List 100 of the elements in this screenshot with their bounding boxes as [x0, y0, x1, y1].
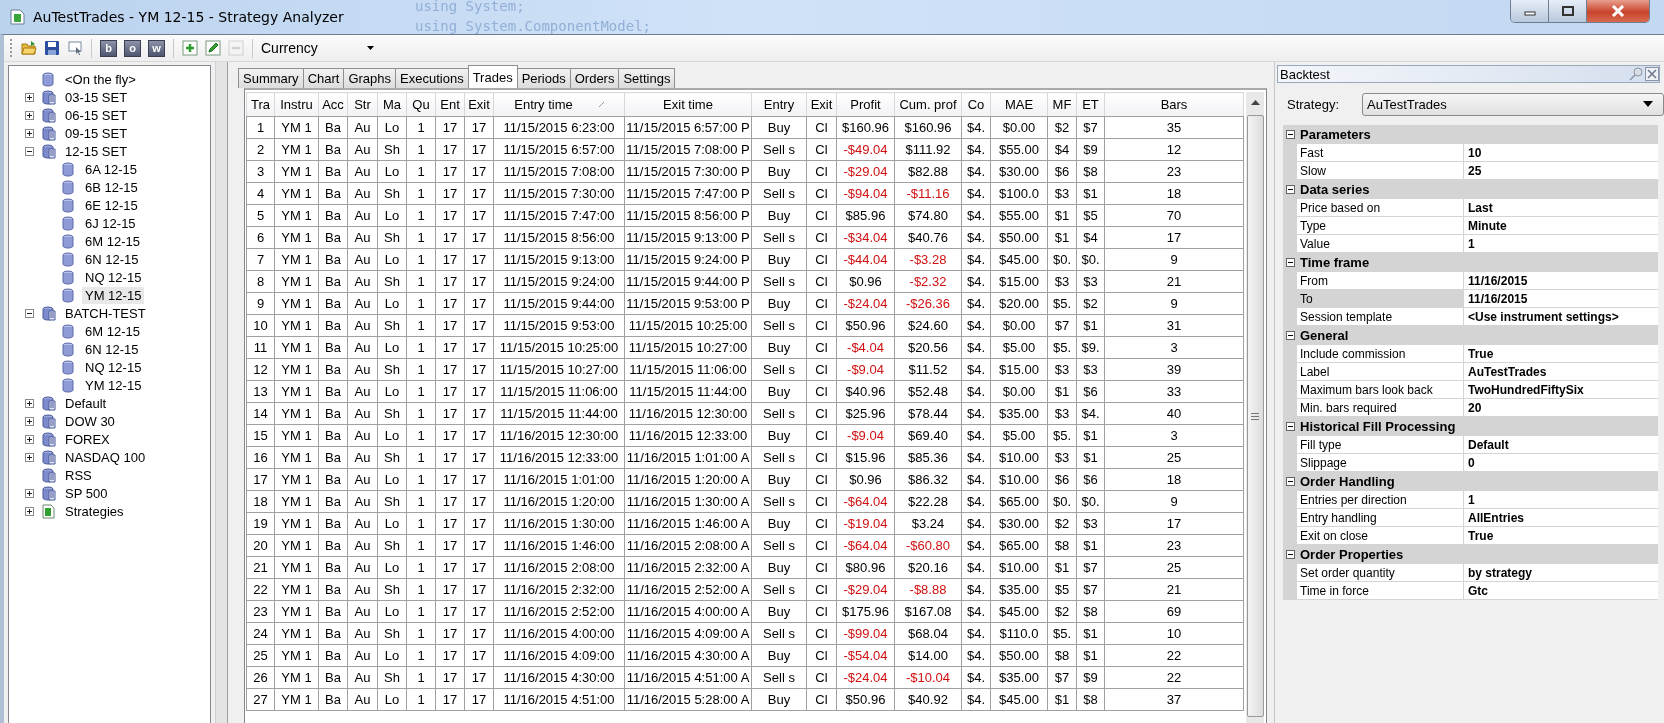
maximize-button[interactable] [1549, 0, 1587, 22]
tab[interactable]: Settings [618, 68, 676, 88]
tree-item[interactable]: 6E 12-15 [82, 196, 141, 214]
property-name[interactable]: Fill type [1297, 436, 1464, 453]
tab[interactable]: Trades [467, 65, 518, 88]
tab[interactable]: Graphs [343, 68, 397, 88]
property-name[interactable]: Label [1297, 363, 1464, 380]
tab[interactable]: Chart [302, 68, 345, 88]
tree-item[interactable]: BATCH-TEST [62, 304, 149, 322]
property-name[interactable]: Entries per direction [1297, 491, 1464, 508]
tree-item[interactable]: 6M 12-15 [82, 322, 143, 340]
property-name[interactable]: Entry handling [1297, 509, 1464, 526]
toolbar-button[interactable] [42, 38, 62, 58]
collapse-icon[interactable] [1286, 257, 1295, 267]
tree-item[interactable]: 09-15 SET [62, 124, 131, 142]
tab[interactable]: Orders [569, 68, 620, 88]
toolbar-button[interactable] [19, 38, 39, 58]
property-name[interactable]: Maximum bars look back [1297, 381, 1464, 398]
strategy-dropdown[interactable]: AuTestTrades [1362, 92, 1664, 116]
property-value[interactable]: TwoHundredFiftySix [1464, 381, 1584, 398]
property-name[interactable]: Value [1297, 235, 1464, 252]
property-name[interactable]: Include commission [1297, 345, 1464, 362]
tree-item[interactable]: NASDAQ 100 [62, 448, 149, 466]
tree-item[interactable]: SP 500 [62, 484, 111, 502]
property-name[interactable]: Time in force [1297, 582, 1464, 599]
tab[interactable]: Summary [238, 68, 304, 88]
property-value[interactable]: True [1464, 345, 1494, 362]
property-value[interactable]: 10 [1464, 144, 1482, 161]
toolbar-button[interactable]: b [100, 39, 117, 57]
tree-item[interactable]: <On the fly> [62, 70, 139, 88]
property-value[interactable]: Last [1464, 199, 1493, 216]
tree-item[interactable]: 6M 12-15 [82, 232, 143, 250]
tree-item[interactable]: Default [62, 394, 110, 412]
property-name[interactable]: Type [1297, 217, 1464, 234]
toolbar-button[interactable]: o [124, 39, 141, 57]
property-name[interactable]: Slippage [1297, 454, 1464, 471]
close-icon[interactable] [1645, 67, 1659, 81]
property-name[interactable]: From [1297, 272, 1464, 289]
property-value[interactable]: <Use instrument settings> [1464, 308, 1619, 325]
scroll-up-icon[interactable] [1250, 100, 1260, 105]
property-value[interactable]: 1 [1464, 235, 1475, 252]
property-name[interactable]: Slow [1297, 162, 1464, 179]
collapse-icon[interactable] [1286, 476, 1295, 486]
tree-item[interactable]: 03-15 SET [62, 88, 131, 106]
property-name[interactable]: Session template [1297, 308, 1464, 325]
minimize-button[interactable] [1511, 0, 1549, 22]
tree-item[interactable]: NQ 12-15 [82, 358, 145, 376]
property-value[interactable]: by strategy [1464, 564, 1533, 581]
property-value[interactable]: Minute [1464, 217, 1507, 234]
unit-dropdown[interactable]: Currency [259, 38, 380, 58]
tree-item[interactable]: 6A 12-15 [82, 160, 141, 178]
property-value[interactable]: Default [1464, 436, 1509, 453]
property-value[interactable]: 0 [1464, 454, 1475, 471]
tree-item[interactable]: YM 12-15 [82, 376, 145, 394]
collapse-icon[interactable] [25, 146, 34, 156]
close-button[interactable] [1587, 0, 1649, 22]
tree-item[interactable]: RSS [62, 466, 95, 484]
expand-icon[interactable] [25, 488, 34, 498]
expand-icon[interactable] [25, 452, 34, 462]
toolbar-button[interactable] [180, 38, 200, 58]
property-name[interactable]: To [1297, 290, 1464, 307]
property-value[interactable]: 11/16/2015 [1464, 290, 1528, 307]
property-value[interactable]: 1 [1464, 491, 1475, 508]
property-name[interactable]: Set order quantity [1297, 564, 1464, 581]
collapse-icon[interactable] [1286, 421, 1295, 431]
expand-icon[interactable] [25, 128, 34, 138]
property-value[interactable]: 11/16/2015 [1464, 272, 1528, 289]
property-name[interactable]: Min. bars required [1297, 399, 1464, 416]
collapse-icon[interactable] [1286, 129, 1295, 139]
tab[interactable]: Periods [516, 68, 571, 88]
property-name[interactable]: Fast [1297, 144, 1464, 161]
expand-icon[interactable] [25, 110, 34, 120]
property-name[interactable]: Price based on [1297, 199, 1464, 216]
tree-item[interactable]: 6N 12-15 [82, 250, 142, 268]
expand-icon[interactable] [25, 506, 34, 516]
expand-icon[interactable] [25, 398, 34, 408]
tree-item[interactable]: 6B 12-15 [82, 178, 141, 196]
toolbar-button[interactable] [65, 38, 85, 58]
collapse-icon[interactable] [25, 308, 34, 318]
property-value[interactable]: AuTestTrades [1464, 363, 1547, 380]
toolbar-button[interactable] [203, 38, 223, 58]
expand-icon[interactable] [25, 416, 34, 426]
tree-item[interactable]: YM 12-15 [82, 286, 145, 304]
property-value[interactable]: 20 [1464, 399, 1482, 416]
collapse-icon[interactable] [1286, 330, 1295, 340]
property-value[interactable]: Gtc [1464, 582, 1488, 599]
property-value[interactable]: 25 [1464, 162, 1482, 179]
toolbar-button[interactable]: w [148, 39, 165, 57]
expand-icon[interactable] [25, 434, 34, 444]
property-value[interactable]: True [1464, 527, 1494, 544]
column-header[interactable]: Bars [1160, 97, 1188, 112]
tree-item[interactable]: 12-15 SET [62, 142, 131, 160]
property-value[interactable]: AllEntries [1464, 509, 1524, 526]
property-name[interactable]: Exit on close [1297, 527, 1464, 544]
tree-item[interactable]: DOW 30 [62, 412, 118, 430]
tree-item[interactable]: 06-15 SET [62, 106, 131, 124]
tree-item[interactable]: FOREX [62, 430, 113, 448]
tree-item[interactable]: 6J 12-15 [82, 214, 139, 232]
tree-item[interactable]: NQ 12-15 [82, 268, 145, 286]
tree-item[interactable]: Strategies [62, 502, 127, 520]
